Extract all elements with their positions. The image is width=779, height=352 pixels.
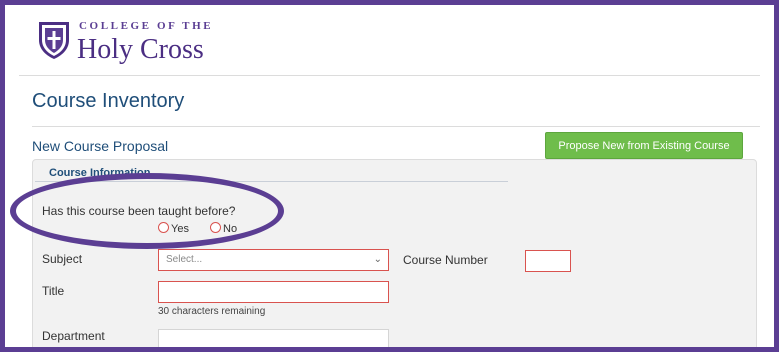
radio-button-icon[interactable] — [210, 222, 222, 233]
radio-yes-label: Yes — [171, 223, 189, 235]
page-frame: COLLEGE OF THE Holy Cross Course Invento… — [0, 0, 779, 352]
title-characters-remaining: 30 characters remaining — [158, 306, 266, 317]
department-label: Department — [42, 329, 105, 343]
subject-select[interactable]: Select... ⌄ — [158, 249, 389, 271]
logo-title: Holy Cross — [77, 34, 204, 65]
subject-label: Subject — [42, 252, 83, 266]
shield-logo-icon — [39, 22, 69, 59]
page-title: Course Inventory — [32, 90, 185, 112]
propose-from-existing-button[interactable]: Propose New from Existing Course — [545, 132, 743, 159]
tab-course-information[interactable]: Course Information — [49, 167, 150, 179]
course-number-input[interactable] — [525, 250, 571, 272]
radio-no-label: No — [223, 223, 238, 235]
section-title: New Course Proposal — [32, 138, 169, 154]
tab-underline — [35, 181, 508, 182]
title-divider — [32, 126, 760, 127]
course-number-label: Course Number — [403, 253, 488, 267]
radio-button-icon[interactable] — [158, 222, 169, 233]
logo-subtitle: COLLEGE OF THE — [79, 20, 214, 32]
subject-select-value: Select... — [166, 254, 203, 265]
header-divider — [19, 75, 760, 76]
radio-no[interactable]: No — [210, 222, 238, 235]
department-select[interactable] — [158, 329, 389, 347]
radio-yes[interactable]: Yes — [158, 222, 189, 235]
taught-before-question: Has this course been taught before? — [42, 204, 236, 218]
chevron-down-icon: ⌄ — [373, 254, 382, 265]
title-label: Title — [42, 284, 65, 298]
title-input[interactable] — [158, 281, 389, 303]
taught-before-radio-group: Yes No — [158, 222, 255, 235]
form-panel — [32, 159, 757, 347]
